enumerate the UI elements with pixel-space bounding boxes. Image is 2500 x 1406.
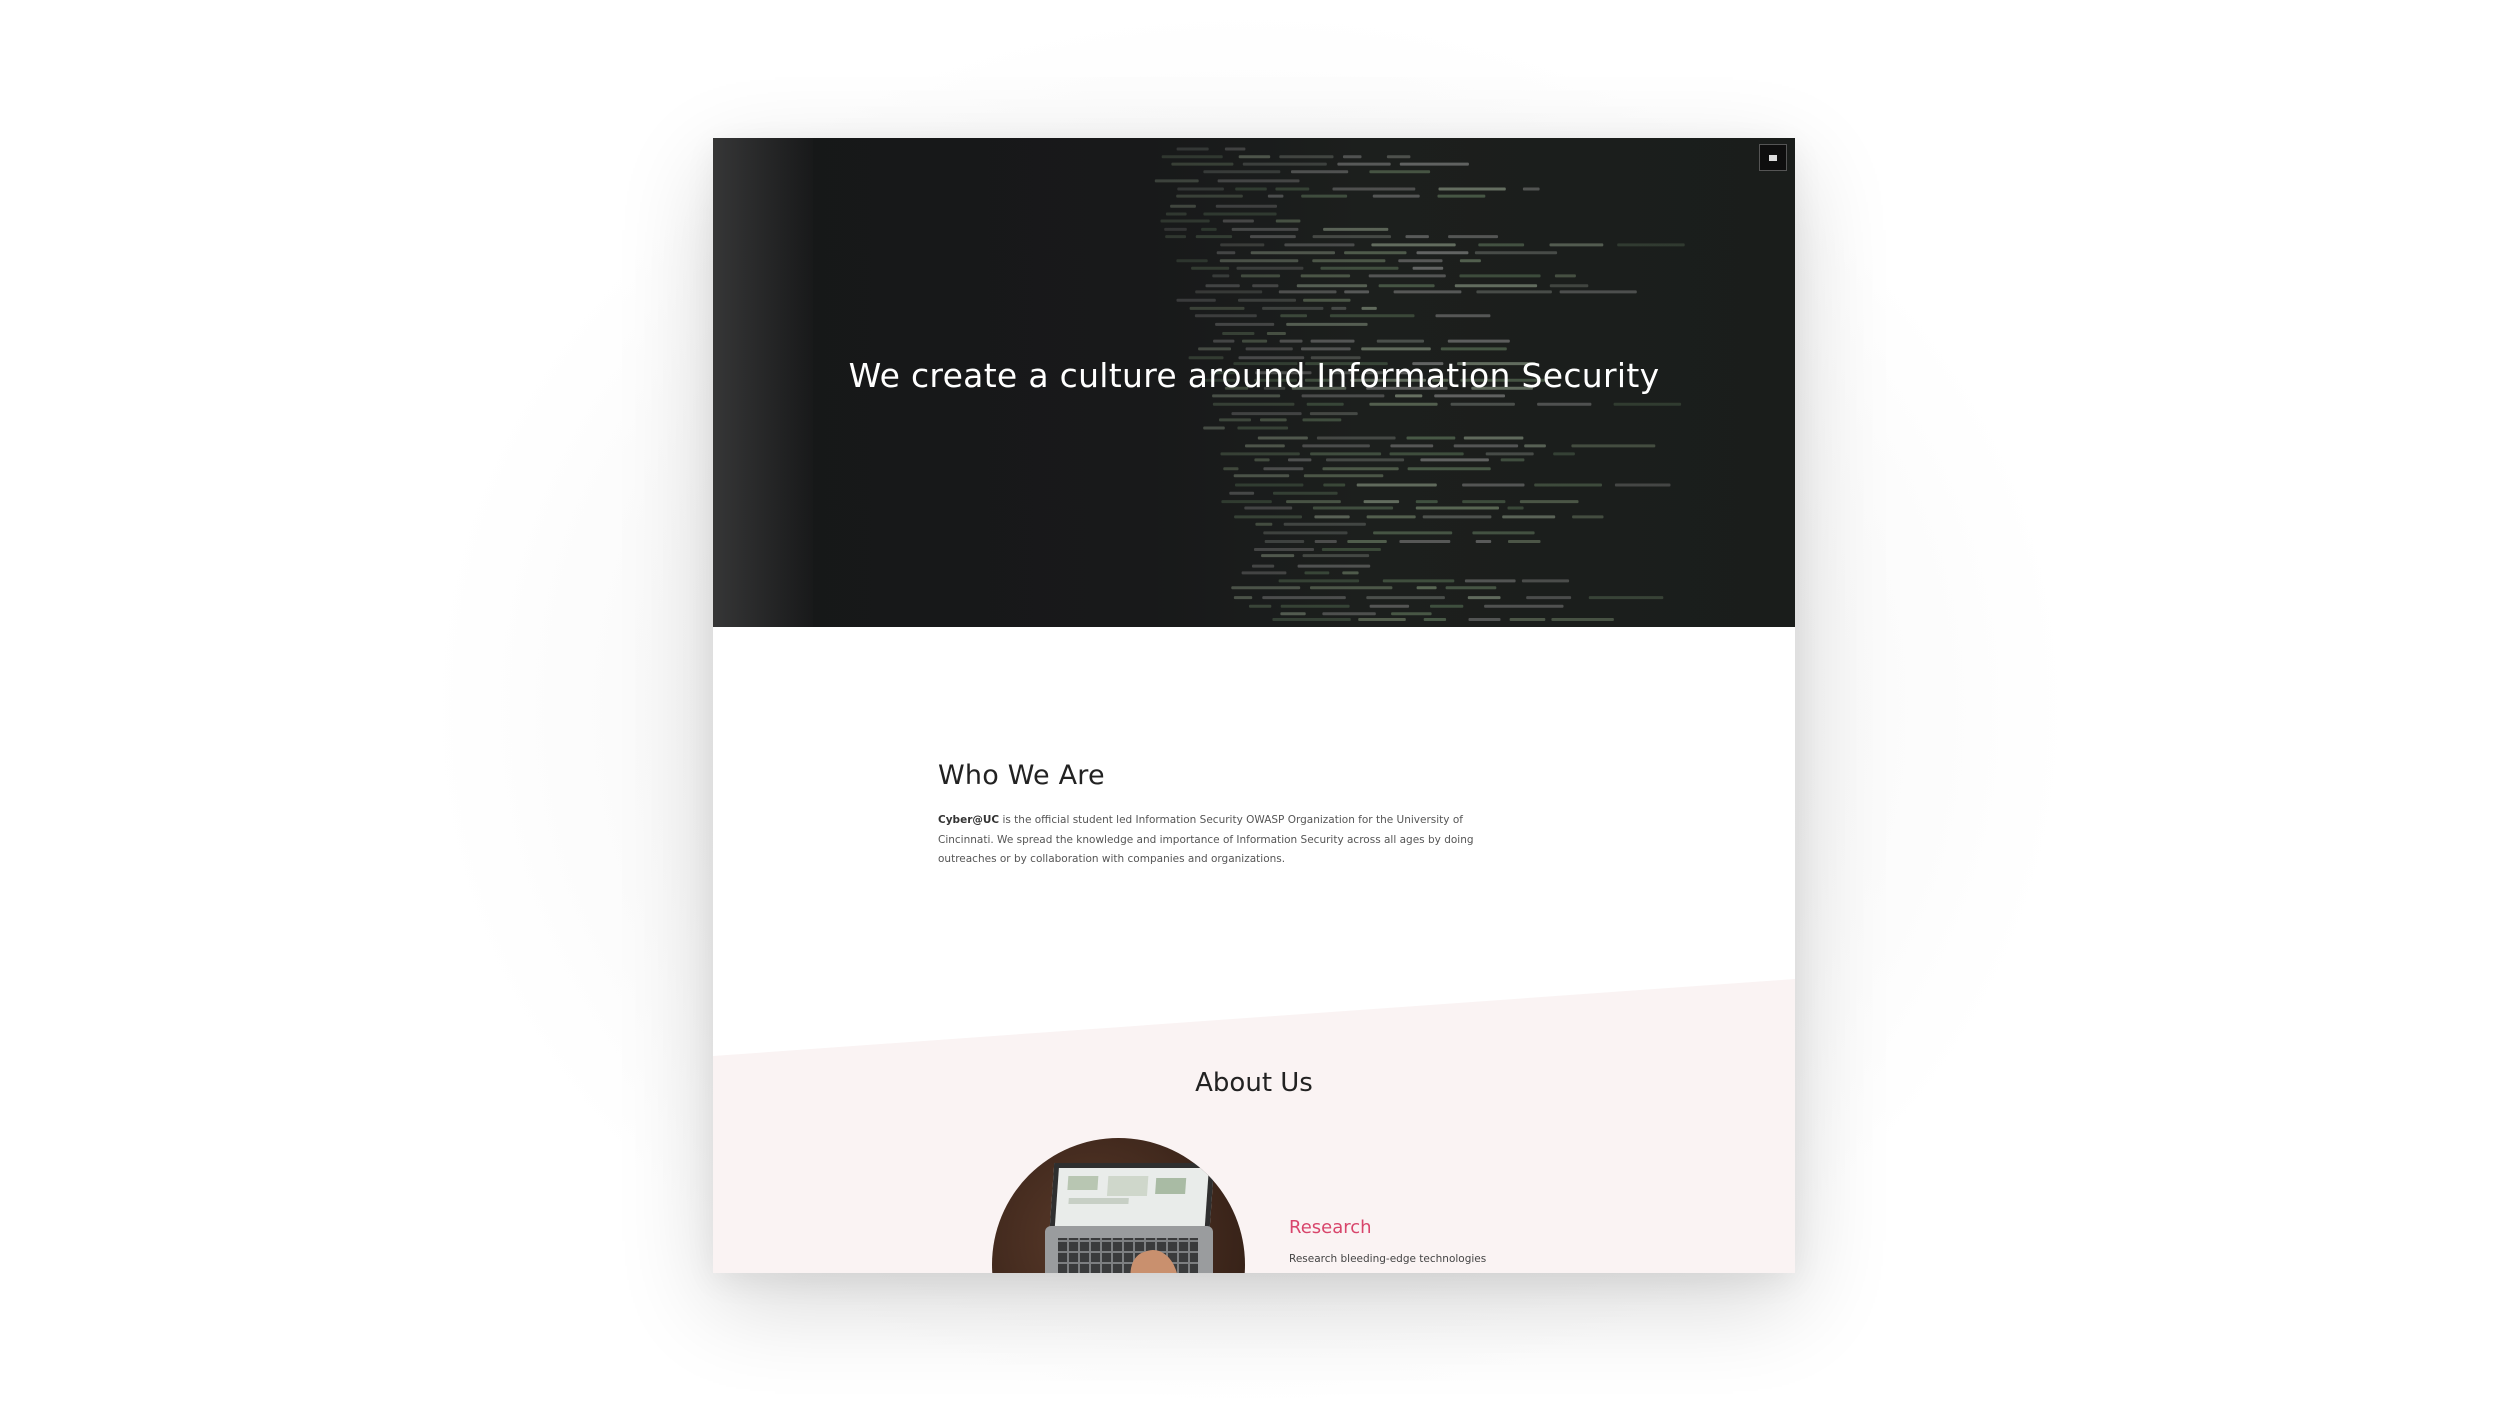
laptop-keyboard bbox=[1058, 1238, 1198, 1273]
who-we-are-description: Cyber@UC is the official student led Inf… bbox=[938, 811, 1478, 870]
about-section-background bbox=[713, 979, 1795, 1273]
laptop-screen bbox=[1049, 1163, 1215, 1228]
website-preview: We create a culture around Information S… bbox=[713, 138, 1795, 1273]
org-name: Cyber@UC bbox=[938, 814, 1000, 826]
about-us-heading: About Us bbox=[1195, 1068, 1313, 1098]
who-we-are-section: Who We Are Cyber@UC is the official stud… bbox=[938, 760, 1498, 870]
research-title: Research bbox=[1289, 1217, 1372, 1238]
who-we-are-text: is the official student led Information … bbox=[938, 814, 1474, 865]
research-text: Research bleeding-edge technologies bbox=[1289, 1253, 1487, 1265]
who-we-are-heading: Who We Are bbox=[938, 760, 1105, 791]
